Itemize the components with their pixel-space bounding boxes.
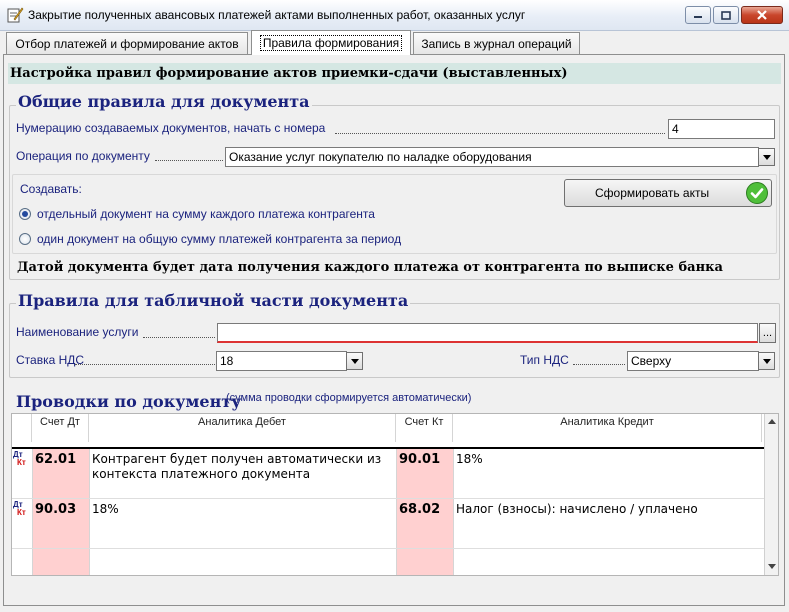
postings-table[interactable]: Счет Дт Аналитика Дебет Счет Кт Аналитик… [11,413,779,576]
operation-dropdown-button[interactable] [758,148,775,166]
chevron-down-icon [762,358,771,364]
create-label: Создавать: [20,182,82,196]
tab-journal-record[interactable]: Запись в журнал операций [413,32,580,54]
vat-rate-select[interactable]: 18 [216,351,347,371]
credit-account-cell[interactable]: 90.01 [396,449,453,467]
vertical-scrollbar[interactable] [764,414,778,575]
close-icon [757,10,767,20]
operation-label: Операция по документу [16,149,150,163]
service-select-button[interactable]: ... [759,323,776,343]
service-name-leader [143,337,215,338]
column-header-debit[interactable]: Счет Дт [32,414,89,442]
debit-account-cell[interactable]: 90.03 [32,499,89,517]
vat-type-label: Тип НДС [520,353,569,367]
minimize-icon [694,16,702,18]
vat-type-leader [573,364,625,365]
radio-per-payment-label[interactable]: отдельный документ на сумму каждого плат… [37,207,375,221]
scroll-up-icon[interactable] [768,419,776,424]
table-row[interactable]: Дт Кт 62.01 Контрагент будет получен авт… [12,449,764,498]
numbering-leader [335,133,665,134]
service-name-input[interactable] [217,323,758,343]
row-separator [12,548,764,549]
posting-marker: Дт Кт [13,501,26,517]
credit-account-cell[interactable]: 68.02 [396,499,453,517]
posting-marker-kt: Кт [17,458,26,467]
row-indicator-header [12,414,32,442]
tab-payments-selection[interactable]: Отбор платежей и формирование актов [6,32,248,54]
maximize-icon [721,10,731,20]
operation-leader [155,160,223,161]
checkmark-icon [746,182,768,204]
column-header-credit[interactable]: Счет Кт [396,414,453,442]
chevron-down-icon [350,358,359,364]
close-button[interactable] [741,6,783,24]
service-name-label: Наименование услуги [16,325,139,339]
radio-per-payment[interactable] [19,208,31,220]
debit-account-cell[interactable]: 62.01 [32,449,89,467]
general-rules-title: Общие правила для документа [16,92,312,111]
credit-analytics-cell[interactable]: Налог (взносы): начислено / уплачено [453,499,753,517]
column-header-credit-analytics[interactable]: Аналитика Кредит [453,414,762,442]
generate-acts-button[interactable]: Сформировать акты [564,179,772,207]
generate-acts-label: Сформировать акты [595,186,710,200]
settings-header: Настройка правил формирование актов прие… [8,63,781,84]
vat-type-select[interactable]: Сверху [627,351,759,371]
numbering-start-input[interactable]: 4 [668,119,775,139]
postings-title: Проводки по документу [16,392,242,411]
tab-formation-rules-label: Правила формирования [259,35,403,51]
table-row[interactable]: Дт Кт 90.03 18% 68.02 Налог (взносы): на… [12,499,764,548]
vat-rate-label: Ставка НДС [16,353,85,367]
credit-analytics-cell[interactable]: 18% [453,449,753,467]
operation-select[interactable]: Оказание услуг покупателю по наладке обо… [225,147,759,167]
chevron-down-icon [762,154,771,160]
maximize-button[interactable] [713,6,739,24]
numbering-label: Нумерацию создаваемых документов, начать… [16,121,326,135]
postings-subtitle: (сумма проводки сформируется автоматичес… [226,392,472,404]
debit-analytics-cell[interactable]: Контрагент будет получен автоматически и… [89,449,389,482]
radio-total-period[interactable] [19,233,31,245]
window-title: Закрытие полученных авансовых платежей а… [28,8,526,22]
scroll-down-icon[interactable] [768,564,776,569]
date-note: Датой документа будет дата получения каж… [17,260,723,275]
minimize-button[interactable] [685,6,711,24]
table-rules-title: Правила для табличной части документа [16,291,411,310]
debit-analytics-cell[interactable]: 18% [89,499,389,517]
tab-formation-rules[interactable]: Правила формирования [251,30,411,55]
vat-type-dropdown-button[interactable] [758,352,775,370]
radio-total-period-label[interactable]: один документ на общую сумму платежей ко… [37,232,401,246]
vat-rate-dropdown-button[interactable] [346,352,363,370]
posting-marker: Дт Кт [13,451,26,467]
posting-marker-kt: Кт [17,508,26,517]
column-header-debit-analytics[interactable]: Аналитика Дебет [89,414,396,442]
app-icon [6,6,24,24]
vat-rate-leader [75,364,215,365]
